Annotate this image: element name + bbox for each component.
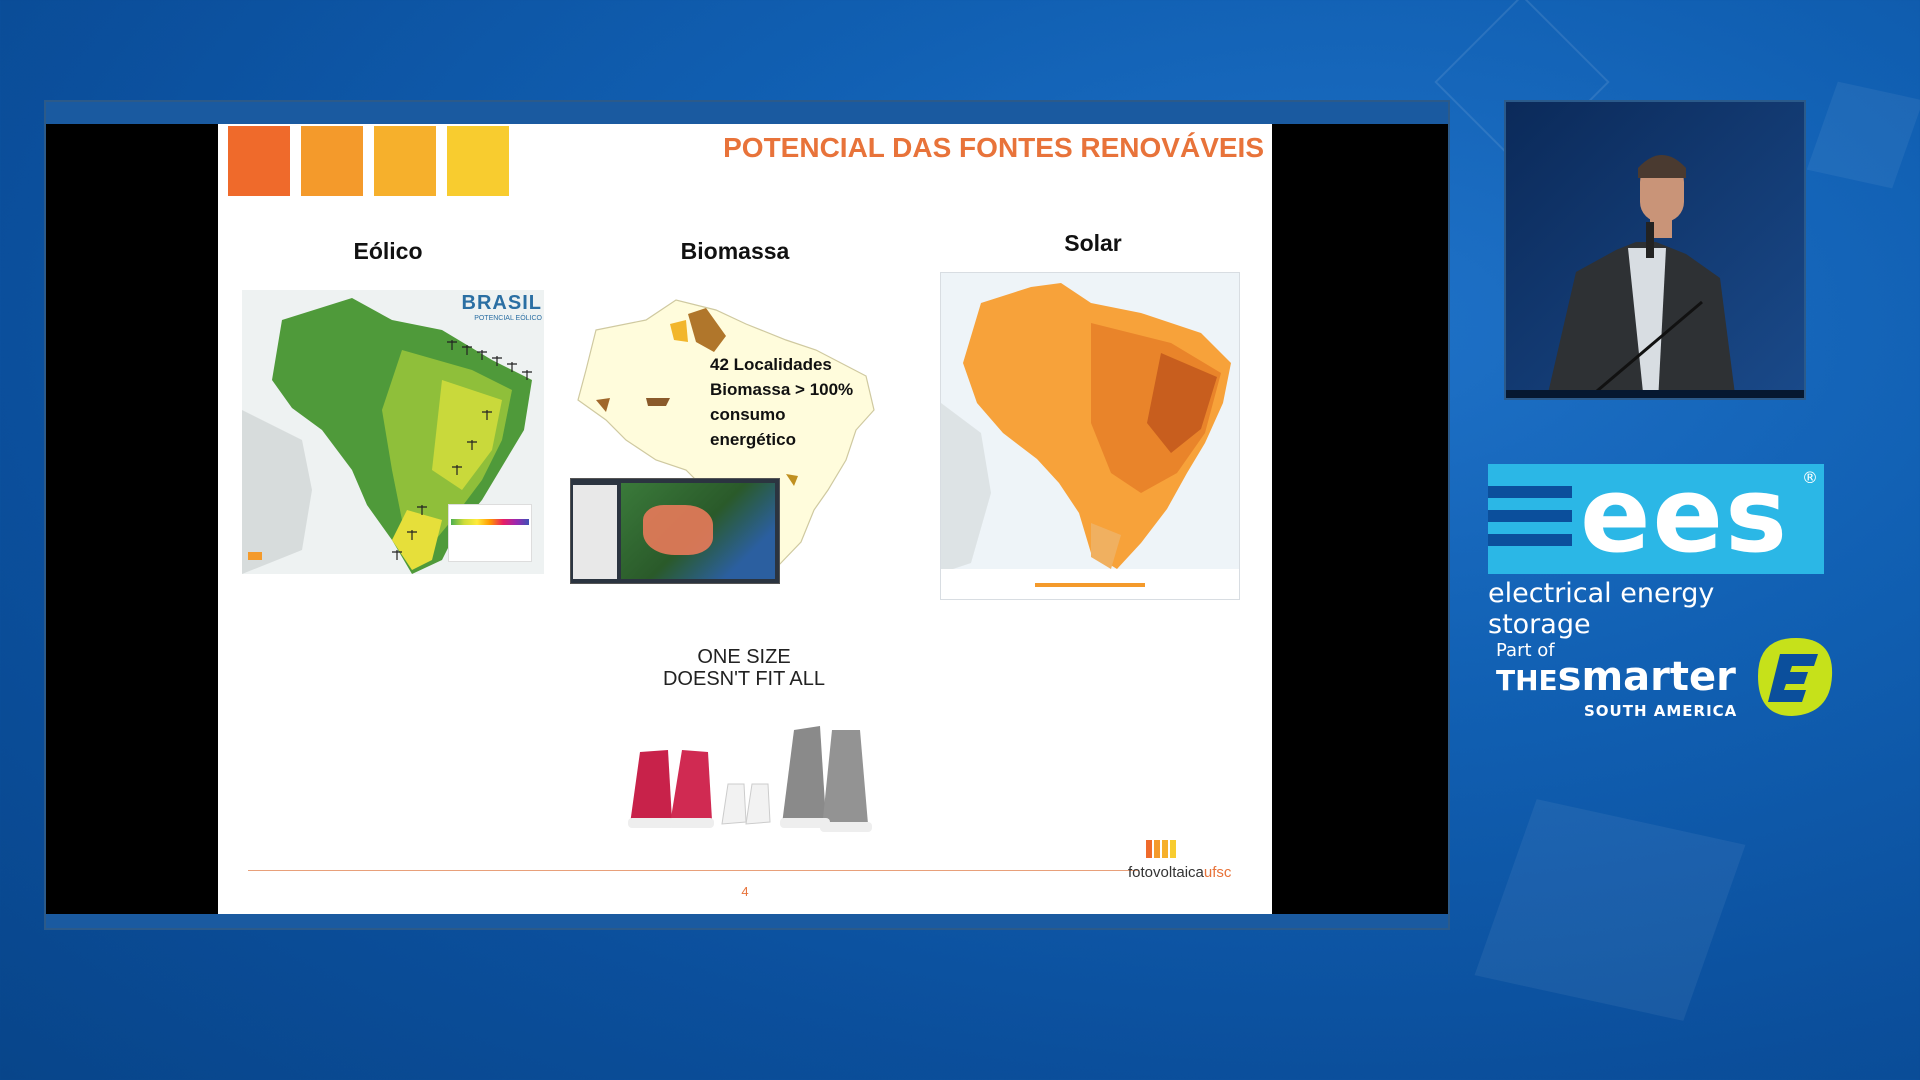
biomass-annotation: 42 Localidades Biomassa > 100% consumo e… (710, 352, 870, 452)
logo-text-accent: ufsc (1203, 864, 1232, 881)
wind-map-subtitle: POTENCIAL EÓLICO (474, 315, 542, 322)
ees-logo-line (1488, 486, 1572, 498)
south-america-label: SOUTH AMERICA (1584, 702, 1738, 720)
slide-page-number: 4 (741, 884, 749, 899)
logo-bar-4 (1170, 840, 1176, 858)
shoes-caption-line-2: DOESN'T FIT ALL (662, 668, 826, 690)
slide-square-2 (301, 126, 363, 196)
slide-square-1 (228, 126, 290, 196)
shoes-caption-line-1: ONE SIZE (697, 646, 791, 668)
solar-irradiation-map (940, 272, 1240, 600)
e-badge-graphic (1758, 638, 1833, 716)
inset-highlight-region (643, 505, 713, 555)
logo-bar-1 (1146, 840, 1152, 858)
ees-logo-line (1488, 510, 1572, 522)
presentation-bottom-bar (46, 914, 1448, 928)
ees-tagline: electrical energy storage (1488, 578, 1715, 640)
presentation-slide: POTENCIAL DAS FONTES RENOVÁVEIS Eólico B… (218, 124, 1272, 914)
ees-logo: ees ® (1488, 454, 1824, 576)
wind-potential-map: BRASIL POTENCIAL EÓLICO (242, 290, 544, 574)
slide-square-4 (447, 126, 509, 196)
smarter-e-badge-icon (1742, 632, 1838, 720)
logo-bar-3 (1162, 840, 1168, 858)
slide-footer-line (248, 870, 1138, 871)
inset-sidebar (573, 485, 617, 579)
small-white-sneakers (721, 783, 771, 825)
wind-map-heading: BRASIL POTENCIAL EÓLICO (462, 292, 542, 322)
section-label-biomassa: Biomassa (680, 238, 790, 264)
biomass-annotation-line-3: consumo (710, 405, 786, 424)
presentation-top-bar (46, 102, 1448, 124)
biomass-annotation-line-4: energético (710, 430, 796, 449)
inset-satellite-map (621, 483, 775, 579)
speaker-image (1506, 102, 1804, 398)
slide-square-3 (374, 126, 436, 196)
wind-map-legend (448, 504, 532, 562)
registered-mark: ® (1802, 468, 1818, 487)
speaker-video-feed (1504, 100, 1806, 400)
ees-logo-line (1488, 534, 1572, 546)
ees-logo-letters: ees (1580, 454, 1789, 576)
slide-title: POTENCIAL DAS FONTES RENOVÁVEIS (723, 132, 1264, 163)
biomass-screenshot-inset (570, 478, 780, 584)
thesmarter-logo: THEsmarter (1496, 654, 1736, 700)
background-solar-panel (1806, 81, 1920, 189)
logo-text: fotovoltaicaufsc (1128, 864, 1258, 881)
red-sneakers (628, 750, 714, 828)
brazil-solar-map-graphic (941, 283, 1239, 599)
logo-text-main: fotovoltaica (1128, 864, 1204, 881)
logo-bars (1146, 840, 1258, 862)
biomass-map: 42 Localidades Biomassa > 100% consumo e… (566, 280, 884, 596)
section-label-solar: Solar (1064, 230, 1122, 256)
fotovoltaica-ufsc-logo: fotovoltaicaufsc (1128, 840, 1258, 881)
shoes-caption: ONE SIZE DOESN'T FIT ALL (606, 646, 882, 690)
thesmarter-main: smarter (1557, 654, 1736, 700)
section-label-eolico: Eólico (353, 238, 423, 264)
gray-sneakers (780, 726, 872, 832)
wind-map-title: BRASIL (461, 292, 542, 314)
shoes-illustration: ONE SIZE DOESN'T FIT ALL (606, 634, 882, 854)
wind-legend-color-bar (451, 519, 529, 525)
biomass-annotation-line-1: 42 Localidades (710, 355, 832, 374)
biomass-annotation-line-2: Biomassa > 100% (710, 380, 854, 399)
background-solar-panel (1474, 799, 1746, 1021)
logo-bar-2 (1154, 840, 1160, 858)
thesmarter-the: THE (1496, 664, 1558, 697)
